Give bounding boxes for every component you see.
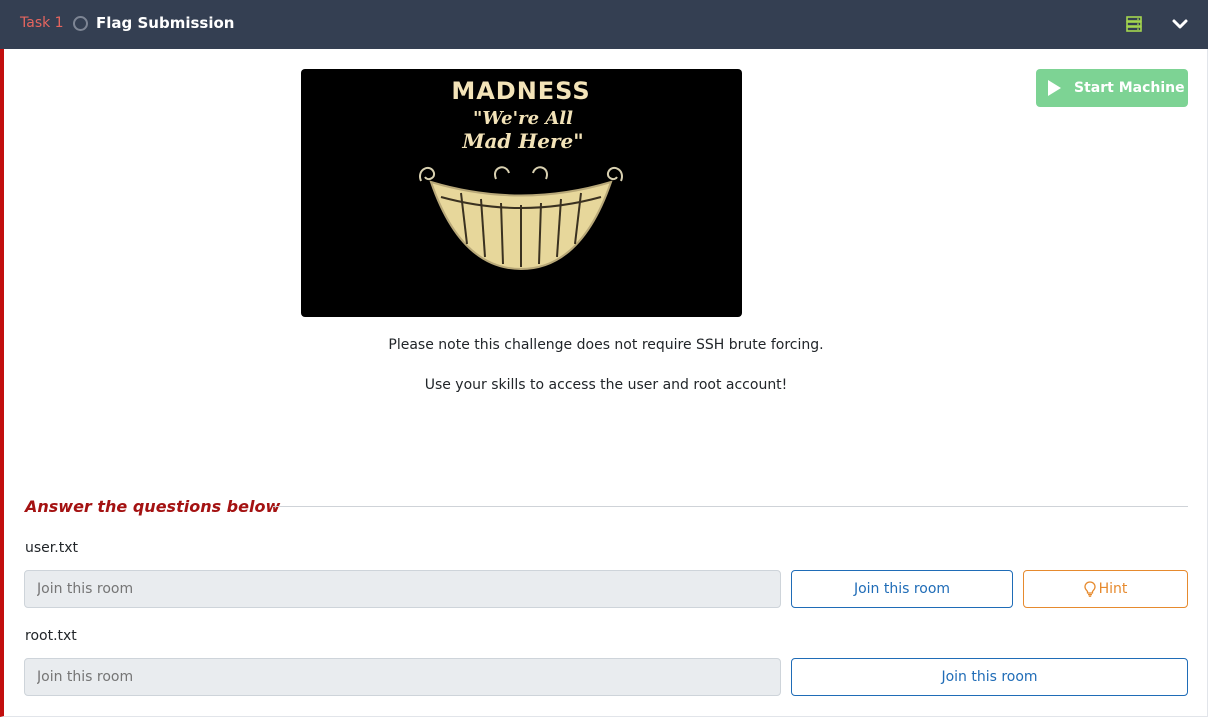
banner-title: MADNESS [451, 77, 590, 105]
task-body: MADNESS "We're All Mad Here" Start Machi… [0, 49, 1208, 717]
start-machine-label: Start Machine [1074, 80, 1185, 96]
hint-button[interactable]: Hint [1023, 570, 1188, 608]
question-label: root.txt [25, 628, 77, 644]
lightbulb-icon [1083, 581, 1096, 597]
grin-illustration [419, 166, 623, 271]
chevron-down-icon[interactable] [1170, 15, 1190, 33]
banner-illustration: MADNESS "We're All Mad Here" [419, 77, 623, 271]
room-banner-image: MADNESS "We're All Mad Here" [301, 69, 742, 317]
task-number: Task 1 [20, 15, 64, 31]
start-machine-button[interactable]: Start Machine [1036, 69, 1188, 107]
join-room-button[interactable]: Join this room [791, 658, 1188, 696]
banner-tagline-1: "We're All [473, 108, 573, 129]
task-header[interactable]: Task 1 Flag Submission [0, 0, 1208, 49]
join-room-button[interactable]: Join this room [791, 570, 1013, 608]
question-label: user.txt [25, 540, 78, 556]
server-icon[interactable] [1125, 15, 1143, 33]
user-flag-input[interactable] [24, 570, 781, 608]
play-icon [1048, 80, 1061, 96]
description-line: Please note this challenge does not requ… [388, 337, 824, 353]
heading-divider [273, 506, 1188, 507]
description-line: Use your skills to access the user and r… [424, 377, 788, 393]
hint-label: Hint [1098, 581, 1128, 597]
root-flag-input[interactable] [24, 658, 781, 696]
task-title: Flag Submission [96, 14, 235, 32]
answer-heading: Answer the questions below [25, 497, 281, 516]
status-circle-icon [73, 16, 88, 31]
banner-tagline-2: Mad Here" [461, 129, 583, 153]
